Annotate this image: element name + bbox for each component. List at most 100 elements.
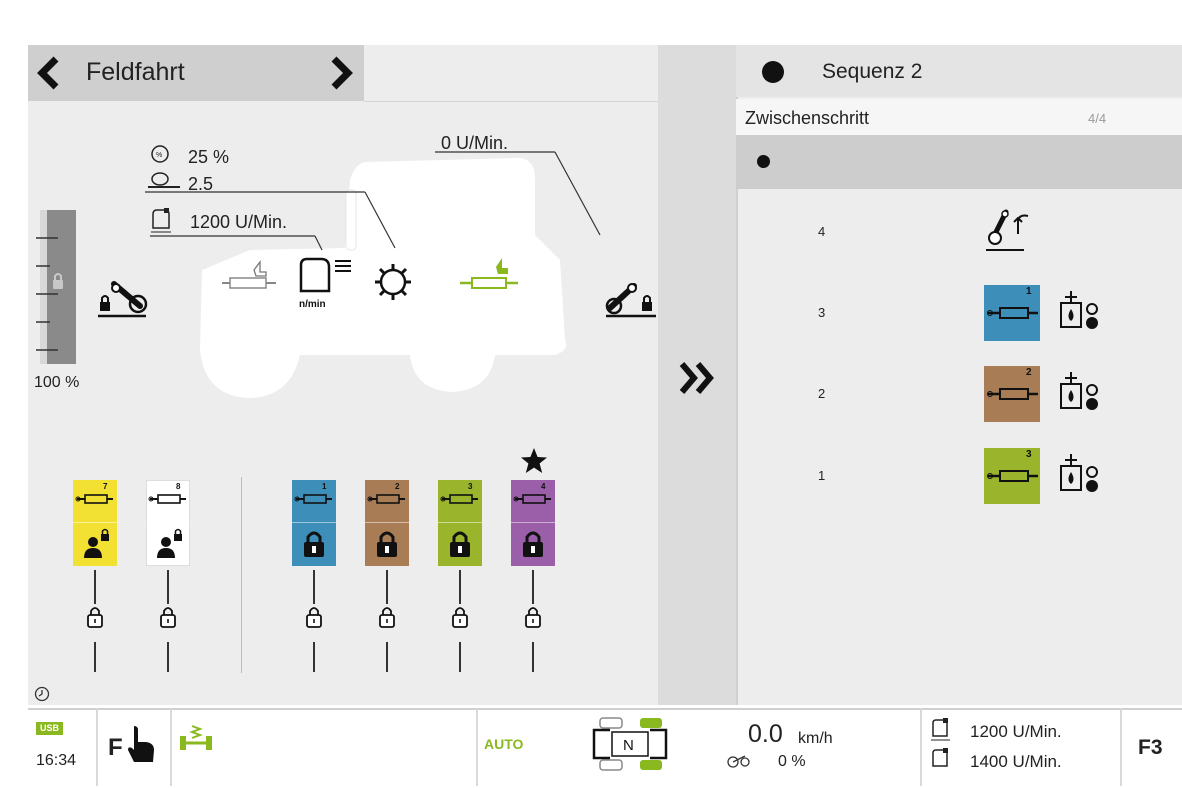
valve-1[interactable]: 1 xyxy=(292,480,336,672)
valve-line xyxy=(167,642,169,672)
engine-speed-icon xyxy=(151,208,171,233)
eco-percent-value: 25 % xyxy=(188,147,230,167)
sequence-title: Sequenz 2 xyxy=(822,60,923,83)
rear-hitch-position-gauge xyxy=(36,210,76,364)
padlock-icon[interactable] xyxy=(304,604,324,635)
engine-target-speed-icon xyxy=(931,718,950,741)
mode-selector[interactable] xyxy=(28,45,364,101)
tile-divider xyxy=(73,522,117,523)
valve-line xyxy=(532,642,534,672)
step-label: Zwischenschritt xyxy=(745,108,870,128)
valve-4[interactable]: 4 xyxy=(511,480,555,672)
padlock-icon[interactable] xyxy=(158,604,178,635)
valve-number: 3 xyxy=(1026,449,1032,460)
oil-flow-icon[interactable] xyxy=(1058,452,1106,501)
page-title: Feldfahrt xyxy=(86,58,185,86)
sequence-valve-tile[interactable]: 1 xyxy=(984,285,1040,341)
gear-icon[interactable] xyxy=(373,262,413,302)
hitch-raise-icon[interactable] xyxy=(984,204,1038,259)
svg-text:%: % xyxy=(156,152,162,159)
pto-speed-value: 0 U/Min. xyxy=(441,133,509,153)
step-index: 3 xyxy=(818,305,826,320)
step-index: 1 xyxy=(818,468,826,483)
cylinder-icon xyxy=(148,492,188,511)
step-index: 2 xyxy=(818,386,826,401)
drive-direction-icon[interactable]: N xyxy=(590,716,670,774)
tile-divider xyxy=(438,522,482,523)
oil-flow-icon[interactable] xyxy=(1058,289,1106,338)
sequence-header[interactable] xyxy=(736,45,1182,97)
cylinder-icon xyxy=(367,492,407,511)
header-spacer xyxy=(364,45,658,102)
ratio-icon xyxy=(148,172,180,188)
axle-suspension-icon[interactable] xyxy=(178,724,214,754)
front-hydraulic-active-icon[interactable] xyxy=(458,256,522,296)
lock-closed-icon xyxy=(377,531,397,557)
valve-number: 4 xyxy=(541,482,546,491)
oil-flow-icon[interactable] xyxy=(1058,370,1106,419)
clock-time: 16:34 xyxy=(36,752,77,769)
valve-line xyxy=(94,570,96,604)
valve-number: 2 xyxy=(1026,367,1032,378)
valve-line xyxy=(459,570,461,604)
function-key-label[interactable]: F3 xyxy=(1138,736,1163,760)
cylinder-icon xyxy=(987,388,1038,400)
valve-number: 8 xyxy=(176,482,181,491)
front-hitch-lock-icon[interactable] xyxy=(604,280,658,320)
valve-number: 3 xyxy=(468,482,473,491)
favorite-star-icon[interactable] xyxy=(520,447,548,475)
cylinder-icon xyxy=(440,492,480,511)
padlock-icon[interactable] xyxy=(377,604,397,635)
valve-number: 1 xyxy=(1026,286,1032,297)
wheel-slip-value: 0 % xyxy=(778,753,806,770)
current-step-row[interactable] xyxy=(736,135,1182,189)
cylinder-icon xyxy=(987,307,1038,319)
prev-arrow-icon[interactable] xyxy=(34,55,64,91)
valve-8[interactable]: 8 xyxy=(146,480,190,672)
usb-indicator: USB xyxy=(36,722,64,735)
tile-divider xyxy=(146,522,190,523)
engine-actual-speed-icon xyxy=(932,748,948,767)
gear-indicator: N xyxy=(623,737,634,754)
valve-7[interactable]: 7 xyxy=(73,480,117,672)
valve-line xyxy=(94,642,96,672)
cylinder-icon xyxy=(294,492,334,511)
lock-closed-icon xyxy=(523,531,543,557)
operator-lock-icon xyxy=(157,528,182,558)
gauge-percent-label: 100 % xyxy=(34,374,80,391)
valve-number: 1 xyxy=(322,482,327,491)
padlock-icon[interactable] xyxy=(450,604,470,635)
timer-icon xyxy=(34,686,50,702)
sequence-valve-tile[interactable]: 2 xyxy=(984,366,1040,422)
valve-line xyxy=(532,570,534,604)
operator-lock-icon xyxy=(84,528,109,558)
cylinder-icon xyxy=(513,492,553,511)
cylinder-icon xyxy=(75,492,115,511)
sequence-valve-tile[interactable]: 3 xyxy=(984,448,1040,504)
hand-pointer-icon[interactable] xyxy=(124,724,156,766)
engine-speed-memory-icon[interactable]: n/min xyxy=(295,255,355,313)
valve-2[interactable]: 2 xyxy=(365,480,409,672)
next-arrow-icon[interactable] xyxy=(326,55,356,91)
padlock-icon[interactable] xyxy=(85,604,105,635)
ratio-value: 2.5 xyxy=(188,174,214,194)
rear-hitch-lock-icon[interactable] xyxy=(96,280,148,320)
rpm-actual-value: 1400 U/Min. xyxy=(970,752,1062,771)
engine-speed-value: 1200 U/Min. xyxy=(190,212,288,232)
cylinder-icon xyxy=(987,470,1038,482)
double-chevron-right-icon[interactable] xyxy=(678,360,718,396)
rear-hydraulic-manual-icon xyxy=(222,260,276,289)
padlock-icon[interactable] xyxy=(523,604,543,635)
step-count: 4/4 xyxy=(1088,111,1107,126)
rpm-target-value: 1200 U/Min. xyxy=(970,722,1062,741)
ground-speed: 0.0 xyxy=(748,720,783,748)
valve-line xyxy=(167,570,169,604)
engine-icon-label: n/min xyxy=(299,299,326,310)
tile-divider xyxy=(511,522,555,523)
f-key-label: F xyxy=(108,734,123,761)
current-step-dot xyxy=(757,155,770,168)
valve-3[interactable]: 3 xyxy=(438,480,482,672)
auto-mode-label[interactable]: AUTO xyxy=(484,736,523,752)
lock-closed-icon xyxy=(450,531,470,557)
wheel-slip-icon xyxy=(727,755,750,768)
